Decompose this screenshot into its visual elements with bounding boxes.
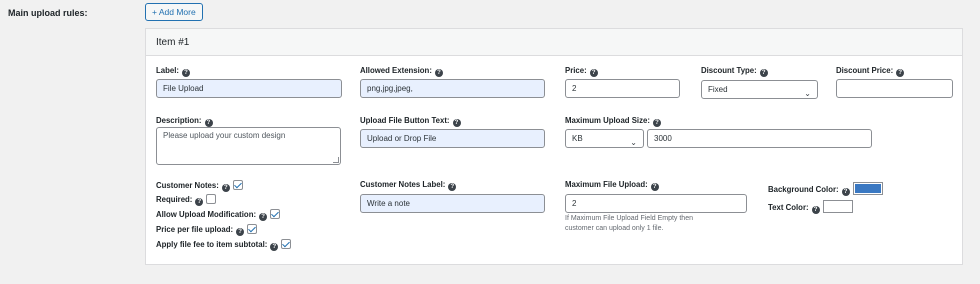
background-color-label: Background Color:? — [768, 182, 883, 196]
discount-price-input[interactable] — [836, 79, 953, 98]
question-circle-icon[interactable]: ? — [221, 184, 230, 192]
max-upload-size-unit-select[interactable]: KB ⌄ — [565, 129, 644, 148]
question-circle-icon[interactable]: ? — [195, 198, 204, 206]
required-row: Required:? — [156, 194, 217, 206]
item-header: Item #1 — [146, 29, 962, 56]
question-circle-icon[interactable]: ? — [259, 213, 268, 221]
customer-notes-row: Customer Notes:? — [156, 180, 243, 192]
question-circle-icon[interactable]: ? — [811, 206, 820, 214]
question-circle-icon[interactable]: ? — [204, 119, 213, 127]
resize-handle-icon[interactable] — [333, 157, 339, 163]
chevron-down-icon: ⌄ — [804, 89, 811, 98]
text-color-label: Text Color:? — [768, 200, 853, 214]
question-circle-icon[interactable]: ? — [236, 228, 245, 236]
max-file-upload-input[interactable]: 2 — [565, 194, 747, 213]
question-circle-icon[interactable]: ? — [452, 119, 461, 127]
question-circle-icon[interactable]: ? — [434, 69, 443, 77]
discount-type-select[interactable]: Fixed ⌄ — [701, 80, 818, 99]
apply-file-fee-checkbox[interactable] — [281, 239, 292, 249]
background-color-fill — [854, 184, 881, 193]
question-circle-icon[interactable]: ? — [181, 69, 190, 77]
price-input[interactable]: 2 — [565, 79, 680, 98]
upload-button-text-input[interactable]: Upload or Drop File — [360, 129, 545, 148]
customer-notes-checkbox[interactable] — [232, 180, 243, 190]
text-color-fill — [824, 202, 851, 211]
main-upload-rules-label: Main upload rules: — [8, 8, 88, 18]
allowed-extension-label: Allowed Extension:? — [360, 66, 443, 77]
discount-price-label: Discount Price:? — [836, 66, 905, 77]
description-textarea[interactable]: Please upload your custom design — [156, 127, 341, 165]
unit-value: KB — [572, 134, 583, 143]
question-circle-icon[interactable]: ? — [448, 183, 457, 191]
label-field-label: Label:? — [156, 66, 190, 77]
upload-button-text-label: Upload File Button Text:? — [360, 116, 461, 127]
allow-upload-modification-checkbox[interactable] — [270, 209, 281, 219]
label-input[interactable]: File Upload — [156, 79, 342, 98]
text-color-picker[interactable] — [822, 200, 853, 213]
description-value: Please upload your custom design — [163, 131, 286, 140]
customer-notes-label-label: Customer Notes Label:? — [360, 180, 457, 191]
item-card: Item #1 Label:? File Upload Allowed Exte… — [145, 28, 963, 265]
question-circle-icon[interactable]: ? — [896, 69, 905, 77]
question-circle-icon[interactable]: ? — [841, 188, 850, 196]
question-circle-icon[interactable]: ? — [589, 69, 598, 77]
customer-notes-label-input[interactable]: Write a note — [360, 194, 545, 213]
question-circle-icon[interactable]: ? — [759, 69, 768, 77]
add-more-button[interactable]: + Add More — [145, 3, 203, 21]
max-file-upload-label: Maximum File Upload:? — [565, 180, 659, 191]
chevron-down-icon: ⌄ — [630, 138, 637, 147]
max-upload-size-label: Maximum Upload Size:? — [565, 116, 661, 127]
background-color-picker[interactable] — [852, 182, 883, 195]
price-per-file-row: Price per file upload:? — [156, 224, 258, 236]
price-label: Price:? — [565, 66, 598, 77]
allowed-extension-input[interactable]: png,jpg,jpeg, — [360, 79, 545, 98]
max-upload-size-input[interactable]: 3000 — [647, 129, 872, 148]
question-circle-icon[interactable]: ? — [652, 119, 661, 127]
discount-type-label: Discount Type:? — [701, 66, 768, 77]
discount-type-value: Fixed — [708, 85, 728, 94]
price-per-file-checkbox[interactable] — [247, 224, 258, 234]
question-circle-icon[interactable]: ? — [650, 183, 659, 191]
apply-file-fee-row: Apply file fee to item subtotal:? — [156, 239, 292, 251]
allow-upload-modification-row: Allow Upload Modification:? — [156, 209, 281, 221]
max-file-upload-hint: If Maximum File Upload Field Empty then c… — [565, 215, 693, 232]
question-circle-icon[interactable]: ? — [270, 243, 279, 251]
required-checkbox[interactable] — [206, 194, 217, 204]
description-label: Description:? — [156, 116, 213, 127]
